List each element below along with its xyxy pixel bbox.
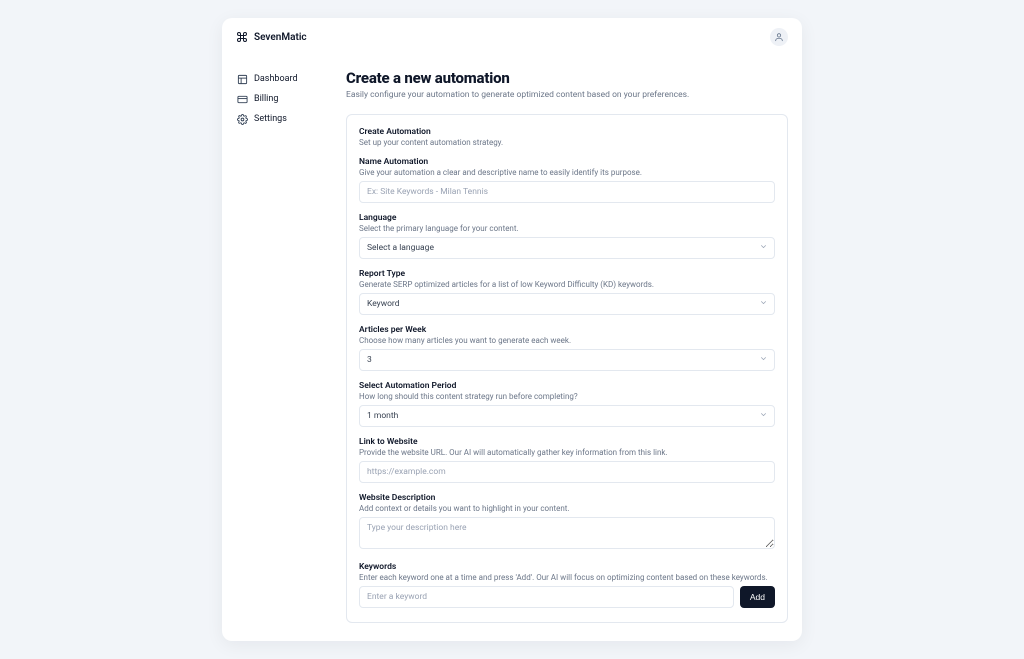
group-period: Select Automation Period How long should…	[359, 381, 775, 427]
sidebar-item-label: Dashboard	[254, 74, 298, 84]
page-subtitle: Easily configure your automation to gene…	[346, 90, 788, 100]
articles-select[interactable]: 3	[359, 349, 775, 371]
language-select[interactable]: Select a language	[359, 237, 775, 259]
help-period: How long should this content strategy ru…	[359, 392, 775, 401]
topbar: SevenMatic	[222, 18, 802, 57]
add-keyword-button[interactable]: Add	[740, 586, 775, 608]
group-report-type: Report Type Generate SERP optimized arti…	[359, 269, 775, 315]
label-link: Link to Website	[359, 437, 775, 447]
page-title: Create a new automation	[346, 69, 788, 87]
group-keywords: Keywords Enter each keyword one at a tim…	[359, 562, 775, 608]
group-link: Link to Website Provide the website URL.…	[359, 437, 775, 483]
keyword-input[interactable]	[359, 586, 734, 608]
name-input[interactable]	[359, 181, 775, 203]
label-language: Language	[359, 213, 775, 223]
label-name: Name Automation	[359, 157, 775, 167]
period-select[interactable]: 1 month	[359, 405, 775, 427]
label-description: Website Description	[359, 493, 775, 503]
help-articles: Choose how many articles you want to gen…	[359, 336, 775, 345]
gear-icon	[236, 113, 248, 125]
help-keywords: Enter each keyword one at a time and pre…	[359, 573, 775, 582]
label-period: Select Automation Period	[359, 381, 775, 391]
help-report-type: Generate SERP optimized articles for a l…	[359, 280, 775, 289]
help-language: Select the primary language for your con…	[359, 224, 775, 233]
sidebar-item-dashboard[interactable]: Dashboard	[236, 69, 316, 89]
sidebar-item-settings[interactable]: Settings	[236, 109, 316, 129]
link-input[interactable]	[359, 461, 775, 483]
group-language: Language Select the primary language for…	[359, 213, 775, 259]
brand-name: SevenMatic	[254, 32, 307, 43]
user-icon	[774, 32, 784, 42]
help-name: Give your automation a clear and descrip…	[359, 168, 775, 177]
group-description: Website Description Add context or detai…	[359, 493, 775, 552]
sidebar-item-label: Settings	[254, 114, 287, 124]
help-description: Add context or details you want to highl…	[359, 504, 775, 513]
body: Dashboard Billing Settings Create a new …	[222, 57, 802, 641]
section-title: Create Automation	[359, 127, 775, 137]
main: Create a new automation Easily configure…	[346, 57, 788, 623]
brand: SevenMatic	[236, 31, 307, 43]
form-panel: Create Automation Set up your content au…	[346, 114, 788, 623]
help-link: Provide the website URL. Our AI will aut…	[359, 448, 775, 457]
report-type-select[interactable]: Keyword	[359, 293, 775, 315]
brand-icon	[236, 31, 248, 43]
sidebar: Dashboard Billing Settings	[236, 57, 316, 623]
label-report-type: Report Type	[359, 269, 775, 279]
description-textarea[interactable]	[359, 517, 775, 549]
sidebar-item-label: Billing	[254, 94, 278, 104]
app-window: SevenMatic Dashboard Billing	[222, 18, 802, 641]
avatar[interactable]	[770, 28, 788, 46]
section-header: Create Automation Set up your content au…	[359, 127, 775, 147]
layout-icon	[236, 73, 248, 85]
section-help: Set up your content automation strategy.	[359, 138, 775, 147]
group-name: Name Automation Give your automation a c…	[359, 157, 775, 203]
group-articles: Articles per Week Choose how many articl…	[359, 325, 775, 371]
sidebar-item-billing[interactable]: Billing	[236, 89, 316, 109]
label-articles: Articles per Week	[359, 325, 775, 335]
label-keywords: Keywords	[359, 562, 775, 572]
card-icon	[236, 93, 248, 105]
